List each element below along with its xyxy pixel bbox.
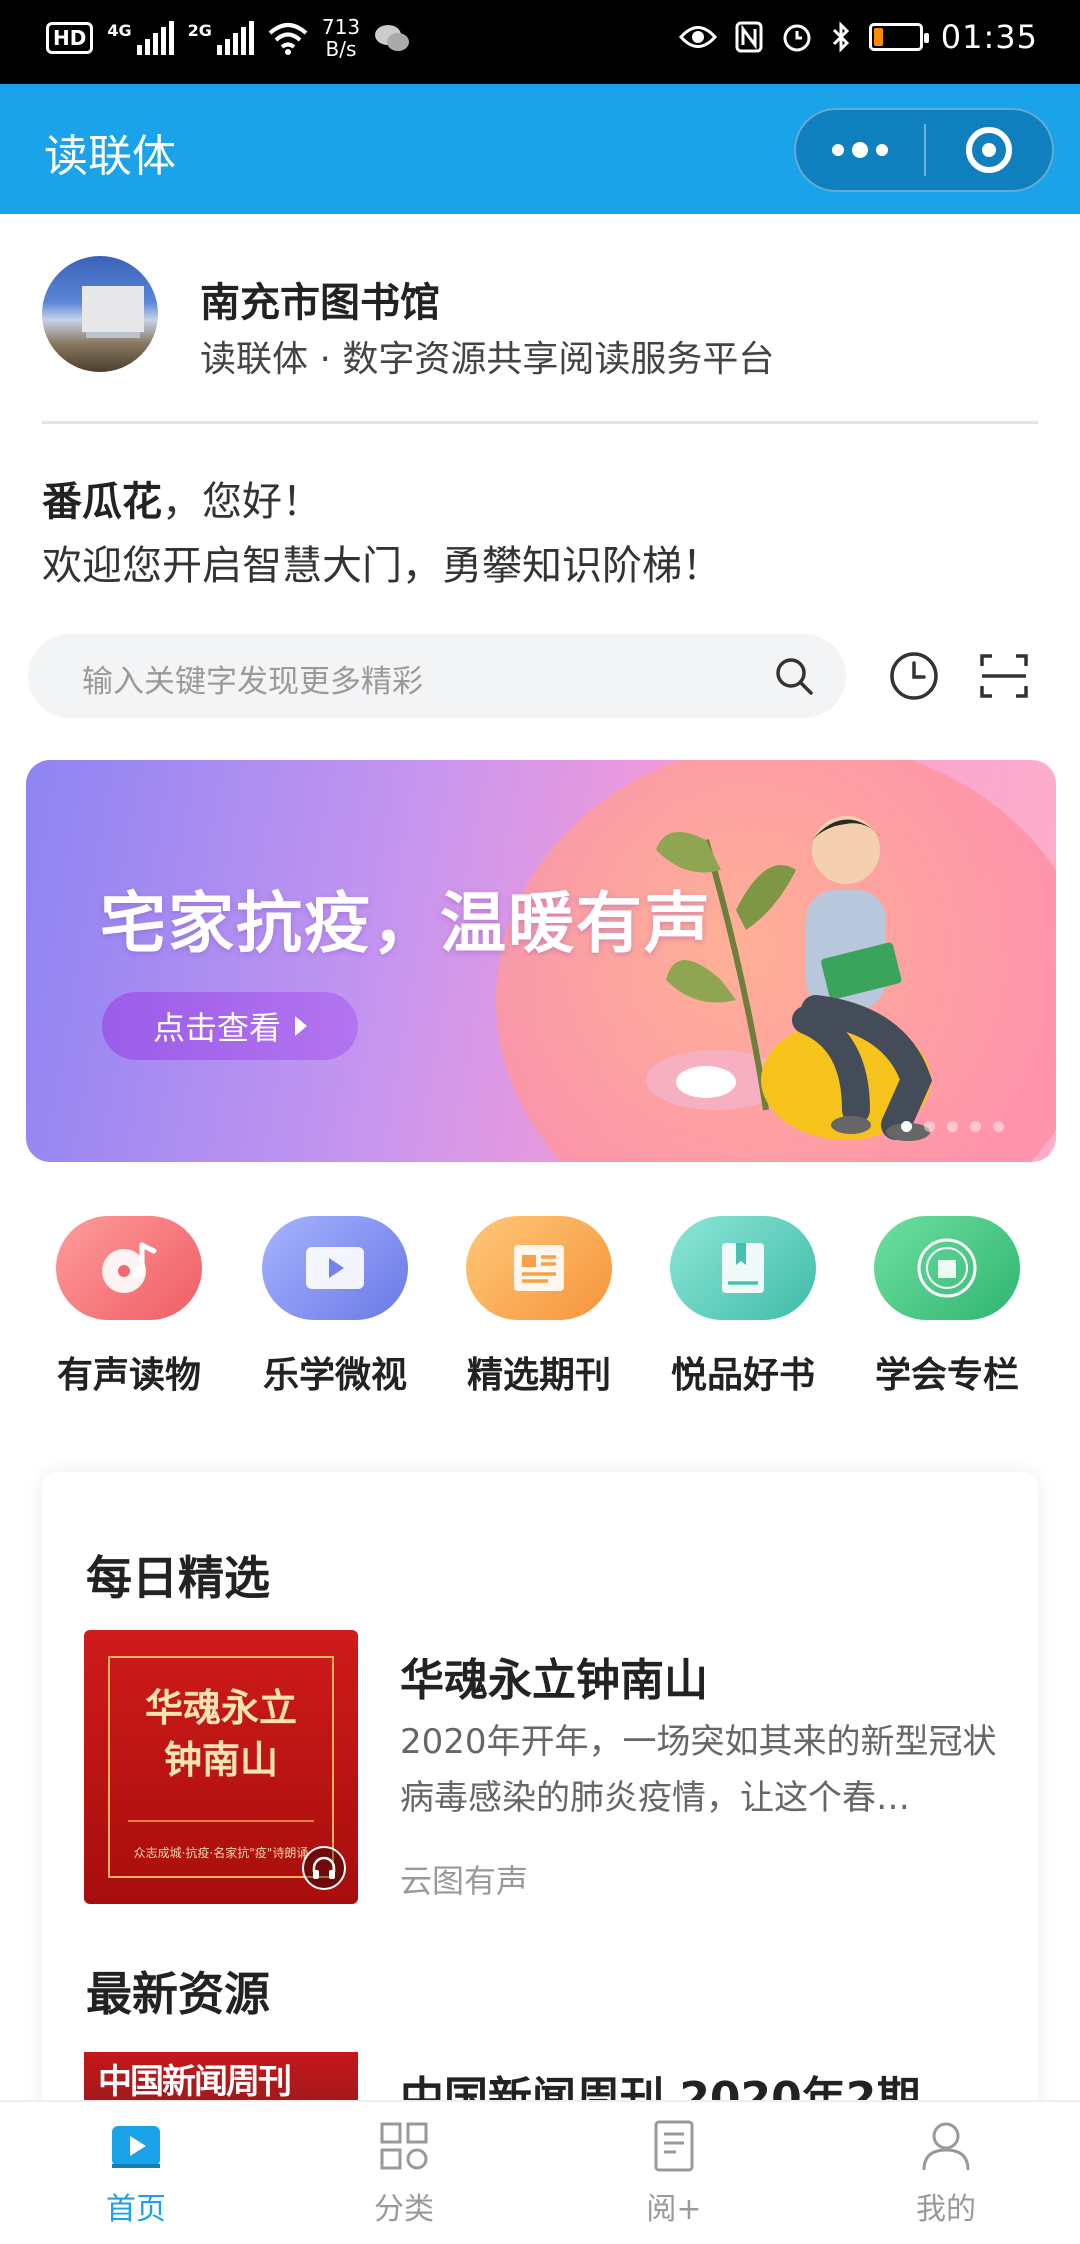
tab-label: 我的 [916,2192,976,2227]
pagination-dot [970,1121,981,1132]
battery-level [873,28,883,46]
wechat-icon [375,25,410,51]
video-icon [306,1247,364,1289]
music-disc-icon [102,1242,157,1293]
target-circle-icon [965,127,1012,173]
library-header[interactable]: 南充市图书馆 读联体 · 数字资源共享阅读服务平台 [42,256,1038,424]
reading-person-illustration [646,816,933,1141]
grid-icon [380,2122,428,2170]
category-bubble [56,1216,202,1320]
banner-pagination [901,1121,1004,1132]
pagination-dot [924,1121,935,1132]
network-2g-label: 2G [187,21,212,40]
tab-read-plus[interactable]: 阅+ [594,2116,754,2228]
category-journals[interactable]: 精选期刊 [444,1216,634,1398]
greeting: 番瓜花，您好！ 欢迎您开启智慧大门，勇攀知识阶梯！ [42,470,722,598]
library-avatar [42,256,158,372]
tab-home[interactable]: 首页 [56,2116,216,2228]
user-name: 番瓜花 [42,479,162,525]
mini-program-titlebar: 读联体 [0,84,1080,214]
speed-value: 713 [321,15,361,39]
tab-category[interactable]: 分类 [324,2116,484,2228]
daily-item-description: 2020年开年，一场突如其来的新型冠状病毒感染的肺炎疫情，让这个春… [400,1722,997,1818]
network-4g-label: 4G [107,21,132,40]
daily-item-source: 云图有声 [400,1862,529,1900]
pagination-dot [901,1121,912,1132]
tab-mine[interactable]: 我的 [866,2116,1026,2228]
category-label: 乐学微视 [262,1355,407,1396]
category-label: 有声读物 [56,1355,201,1396]
newspaper-icon [514,1245,564,1291]
bluetooth-icon [832,21,849,53]
scan-icon[interactable] [978,650,1030,702]
more-button[interactable] [796,108,924,192]
clock-time: 01:35 [940,18,1038,56]
banner-view-button[interactable]: 点击查看 [102,992,358,1060]
category-bubble [670,1216,816,1320]
content-card: 每日精选 华魂永立 钟南山 众志成城·抗疫·名家抗"疫"诗朗诵 华魂永立钟南山 … [42,1472,1038,2192]
category-bubble [466,1216,612,1320]
reading-book-icon [654,2120,694,2172]
nfc-icon [735,21,763,53]
category-label: 精选期刊 [466,1355,611,1396]
bottom-tab-bar: 首页 分类 阅+ 我的 [0,2100,1080,2244]
home-play-icon [112,2126,160,2168]
close-miniprogram-button[interactable] [926,108,1052,192]
cover-divider [128,1820,314,1822]
hd-icon: HD [46,22,94,54]
daily-item-title[interactable]: 华魂永立钟南山 [400,1644,708,1708]
arrow-right-icon [295,1016,307,1036]
search-placeholder: 输入关键字发现更多精彩 [82,664,423,700]
cover-title-line1: 华魂永立 [144,1685,297,1730]
pagination-dot [947,1121,958,1132]
capsule-menu [794,108,1054,192]
daily-picks-title: 每日精选 [86,1551,270,1605]
status-left: HD 4G 2G 713 B/s [46,16,410,60]
tab-label: 首页 [106,2192,166,2227]
society-seal-icon [917,1238,977,1298]
library-name: 南充市图书馆 [200,280,440,326]
category-audio-books[interactable]: 有声读物 [34,1216,224,1398]
library-subtitle: 读联体 · 数字资源共享阅读服务平台 [200,339,775,380]
signal-2g-icon: 2G [188,21,254,55]
eye-icon [678,26,717,48]
alarm-icon [783,24,811,52]
signal-4g-icon: 4G [107,21,174,55]
promo-banner[interactable]: 宅家抗疫，温暖有声 点击查看 [26,760,1056,1162]
banner-title: 宅家抗疫，温暖有声 [100,885,712,962]
banner-button-label: 点击查看 [152,1009,281,1047]
latest-cover-text: 中国新闻周刊 [98,2062,292,2102]
greeting-line2: 欢迎您开启智慧大门，勇攀知识阶梯！ [42,543,722,589]
status-right: 01:35 [678,18,1038,56]
greeting-line1: 番瓜花，您好！ [42,470,722,534]
tab-label: 分类 [374,2192,434,2227]
greeting-hello: ，您好！ [162,479,322,525]
search-icon[interactable] [772,654,816,698]
category-nav: 有声读物 乐学微视 精选期刊 悦品好书 学会专栏 [0,1216,1080,1416]
status-bar: HD 4G 2G 713 B/s 01:35 [0,0,1080,84]
speed-unit: B/s [325,37,357,61]
cover-title: 华魂永立 钟南山 [84,1682,358,1786]
network-speed: 713 B/s [322,16,360,60]
category-bubble [874,1216,1020,1320]
category-micro-video[interactable]: 乐学微视 [240,1216,430,1398]
daily-item-cover[interactable]: 华魂永立 钟南山 众志成城·抗疫·名家抗"疫"诗朗诵 [84,1630,358,1904]
tab-label: 阅+ [646,2192,702,2227]
book-icon [722,1243,764,1293]
category-label: 悦品好书 [670,1355,815,1396]
category-good-books[interactable]: 悦品好书 [648,1216,838,1398]
category-label: 学会专栏 [874,1355,1019,1396]
category-society-column[interactable]: 学会专栏 [852,1216,1042,1398]
history-clock-icon[interactable] [888,650,940,702]
headphones-icon [302,1846,346,1890]
wifi-icon [268,23,308,55]
pagination-dot [993,1121,1004,1132]
user-icon [922,2122,970,2171]
search-input[interactable]: 输入关键字发现更多精彩 [28,634,846,718]
cover-title-line2: 钟南山 [163,1737,278,1782]
app-title: 读联体 [44,131,176,182]
category-bubble [262,1216,408,1320]
latest-resources-title: 最新资源 [86,1967,270,2021]
battery-icon [868,23,929,51]
